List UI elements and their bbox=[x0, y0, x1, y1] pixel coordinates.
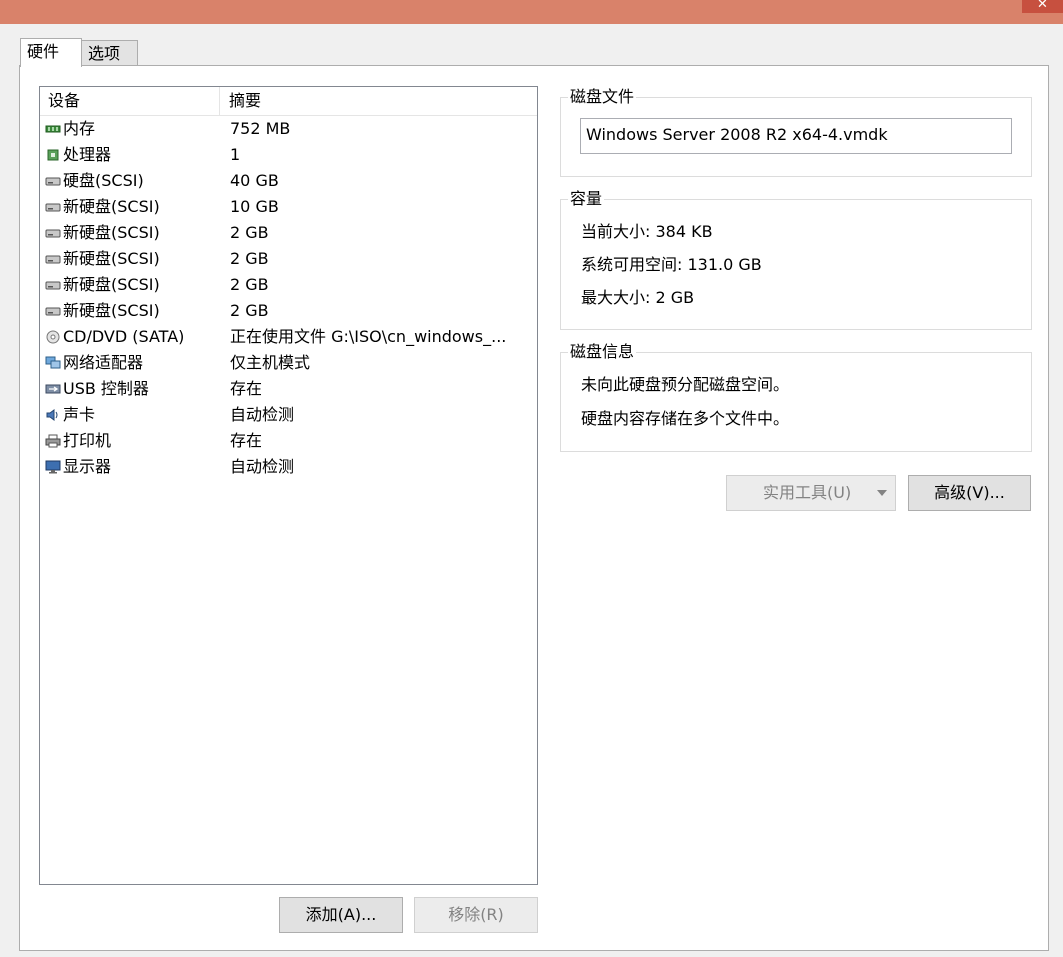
device-name: 处理器 bbox=[63, 145, 112, 164]
device-row-hard-disk[interactable]: 硬盘(SCSI) 40 GB bbox=[40, 168, 537, 194]
column-header-summary[interactable]: 摘要 bbox=[221, 87, 529, 115]
device-name: 显示器 bbox=[63, 457, 112, 476]
device-summary: 752 MB bbox=[230, 119, 291, 138]
device-summary: 2 GB bbox=[230, 223, 269, 242]
hard-disk-icon bbox=[45, 200, 61, 214]
device-list[interactable]: 设备 摘要 内存 752 MB 处理器 1 硬盘(SCSI) 40 GB 新硬盘… bbox=[39, 86, 538, 885]
sound-card-icon bbox=[45, 408, 61, 422]
device-name: 新硬盘(SCSI) bbox=[63, 301, 160, 320]
display-icon bbox=[45, 460, 61, 474]
device-row-display[interactable]: 显示器 自动检测 bbox=[40, 454, 537, 480]
disk-info-group bbox=[560, 352, 1032, 452]
memory-icon bbox=[45, 122, 61, 136]
device-summary: 自动检测 bbox=[230, 457, 295, 476]
device-summary: 正在使用文件 G:\ISO\cn_windows_... bbox=[230, 327, 507, 346]
hard-disk-icon bbox=[45, 278, 61, 292]
hard-disk-icon bbox=[45, 226, 61, 240]
device-name: 内存 bbox=[63, 119, 96, 138]
device-name: 网络适配器 bbox=[63, 353, 144, 372]
printer-icon bbox=[45, 434, 61, 448]
device-row-memory[interactable]: 内存 752 MB bbox=[40, 116, 537, 142]
device-name: 新硬盘(SCSI) bbox=[63, 249, 160, 268]
device-name: 声卡 bbox=[63, 405, 96, 424]
device-name: USB 控制器 bbox=[63, 379, 149, 398]
device-summary: 2 GB bbox=[230, 249, 269, 268]
hard-disk-icon bbox=[45, 174, 61, 188]
device-row-new-hard-disk[interactable]: 新硬盘(SCSI) 2 GB bbox=[40, 272, 537, 298]
device-row-sound-card[interactable]: 声卡 自动检测 bbox=[40, 402, 537, 428]
device-summary: 存在 bbox=[230, 379, 263, 398]
device-summary: 10 GB bbox=[230, 197, 279, 216]
tab-label: 硬件 bbox=[27, 42, 60, 61]
list-header: 设备 摘要 bbox=[40, 87, 537, 116]
cd-dvd-icon bbox=[45, 330, 61, 344]
max-size-text: 最大大小: 2 GB bbox=[581, 288, 695, 307]
device-summary: 40 GB bbox=[230, 171, 279, 190]
disk-file-input[interactable]: Windows Server 2008 R2 x64-4.vmdk bbox=[580, 118, 1012, 154]
device-summary: 2 GB bbox=[230, 275, 269, 294]
hard-disk-icon bbox=[45, 252, 61, 266]
device-summary: 仅主机模式 bbox=[230, 353, 311, 372]
remove-button[interactable]: 移除(R) bbox=[414, 897, 538, 933]
disk-file-title: 磁盘文件 bbox=[568, 87, 637, 107]
device-name: 新硬盘(SCSI) bbox=[63, 275, 160, 294]
processor-icon bbox=[45, 148, 61, 162]
device-row-new-hard-disk[interactable]: 新硬盘(SCSI) 10 GB bbox=[40, 194, 537, 220]
device-name: CD/DVD (SATA) bbox=[63, 327, 185, 346]
device-name: 新硬盘(SCSI) bbox=[63, 197, 160, 216]
current-size-text: 当前大小: 384 KB bbox=[581, 222, 713, 241]
tab-hardware[interactable]: 硬件 bbox=[20, 38, 82, 67]
device-summary: 1 bbox=[230, 145, 241, 164]
network-adapter-icon bbox=[45, 356, 61, 370]
device-summary: 存在 bbox=[230, 431, 263, 450]
chevron-down-icon bbox=[877, 490, 887, 496]
advanced-button[interactable]: 高级(V)... bbox=[908, 475, 1031, 511]
device-name: 新硬盘(SCSI) bbox=[63, 223, 160, 242]
device-name: 打印机 bbox=[63, 431, 112, 450]
tab-options[interactable]: 选项 bbox=[81, 40, 138, 66]
device-summary: 自动检测 bbox=[230, 405, 295, 424]
device-row-new-hard-disk[interactable]: 新硬盘(SCSI) 2 GB bbox=[40, 298, 537, 324]
device-row-network-adapter[interactable]: 网络适配器 仅主机模式 bbox=[40, 350, 537, 376]
device-row-cd-dvd[interactable]: CD/DVD (SATA) 正在使用文件 G:\ISO\cn_windows_.… bbox=[40, 324, 537, 350]
hardware-panel: 设备 摘要 内存 752 MB 处理器 1 硬盘(SCSI) 40 GB 新硬盘… bbox=[19, 65, 1049, 951]
capacity-title: 容量 bbox=[568, 189, 605, 209]
window-close-button[interactable]: ✕ bbox=[1022, 0, 1063, 13]
hard-disk-icon bbox=[45, 304, 61, 318]
device-name: 硬盘(SCSI) bbox=[63, 171, 144, 190]
available-space-text: 系统可用空间: 131.0 GB bbox=[581, 255, 762, 274]
device-summary: 2 GB bbox=[230, 301, 269, 320]
add-button[interactable]: 添加(A)... bbox=[279, 897, 403, 933]
disk-info-line-1: 未向此硬盘预分配磁盘空间。 bbox=[581, 375, 790, 394]
device-row-new-hard-disk[interactable]: 新硬盘(SCSI) 2 GB bbox=[40, 246, 537, 272]
device-row-processor[interactable]: 处理器 1 bbox=[40, 142, 537, 168]
disk-info-line-2: 硬盘内容存储在多个文件中。 bbox=[581, 409, 790, 428]
usb-icon bbox=[45, 382, 61, 396]
device-row-new-hard-disk[interactable]: 新硬盘(SCSI) 2 GB bbox=[40, 220, 537, 246]
utilities-label: 实用工具(U) bbox=[763, 483, 852, 502]
utilities-dropdown-button[interactable]: 实用工具(U) bbox=[726, 475, 896, 511]
column-header-device[interactable]: 设备 bbox=[40, 87, 220, 115]
tab-label: 选项 bbox=[88, 44, 121, 63]
window-body: 硬件 选项 设备 摘要 内存 752 MB 处理器 1 硬盘(SCSI) 40 … bbox=[0, 24, 1063, 957]
device-row-usb-controller[interactable]: USB 控制器 存在 bbox=[40, 376, 537, 402]
device-row-printer[interactable]: 打印机 存在 bbox=[40, 428, 537, 454]
disk-info-title: 磁盘信息 bbox=[568, 342, 637, 362]
close-icon: ✕ bbox=[1037, 0, 1048, 12]
